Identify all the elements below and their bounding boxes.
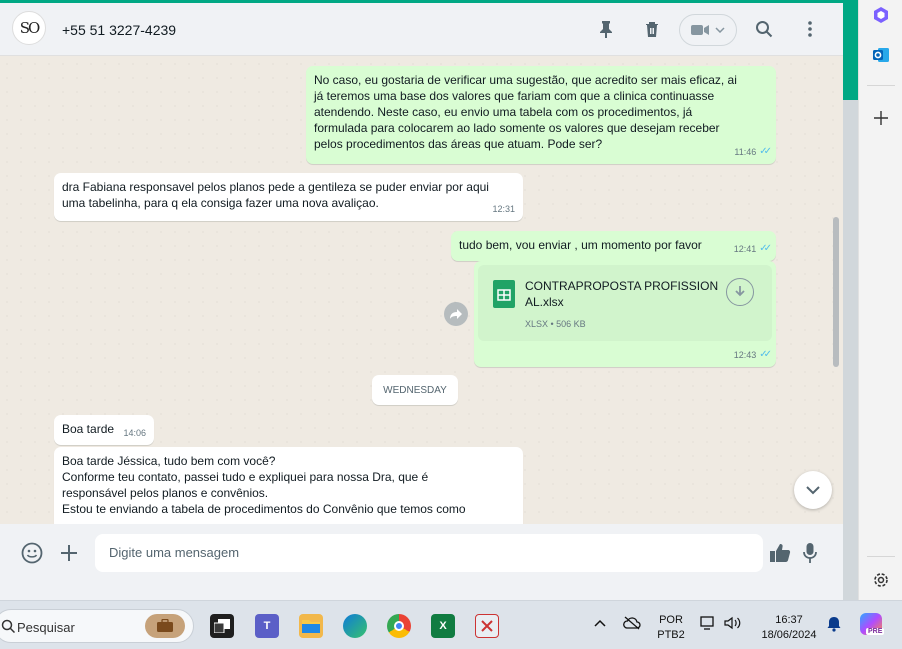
keyboard-layout: PTB2: [657, 629, 685, 641]
scrollbar-thumb[interactable]: [833, 217, 839, 367]
message-outgoing[interactable]: No caso, eu gostaria de verificar uma su…: [306, 66, 776, 164]
search-icon: [1, 619, 16, 638]
message-text: No caso, eu gostaria de verificar uma su…: [314, 73, 737, 151]
teams-icon[interactable]: T: [255, 614, 279, 638]
message-incoming[interactable]: Boa tarde 14:06: [54, 415, 154, 445]
emoji-icon[interactable]: [20, 541, 44, 565]
message-incoming[interactable]: Boa tarde Jéssica, tudo bem com você? Co…: [54, 447, 523, 524]
window-edge: [843, 100, 858, 600]
gear-icon[interactable]: [871, 570, 891, 590]
volume-icon[interactable]: [724, 616, 742, 633]
message-incoming[interactable]: dra Fabiana responsavel pelos planos ped…: [54, 173, 523, 221]
download-button[interactable]: [726, 278, 754, 306]
cloud-offline-icon[interactable]: [623, 616, 641, 633]
message-outgoing[interactable]: tudo bem, vou enviar , um momento por fa…: [451, 231, 776, 261]
delete-icon[interactable]: [640, 17, 664, 41]
avatar[interactable]: SO: [12, 11, 46, 45]
read-ticks-icon: ✓✓: [759, 146, 772, 157]
pin-icon[interactable]: [594, 17, 618, 41]
search-icon[interactable]: [752, 17, 776, 41]
add-plus-icon[interactable]: [871, 108, 891, 128]
message-time: 12:43 ✓✓: [734, 347, 772, 363]
forward-arrow-icon: [450, 309, 462, 319]
snipping-tool-icon[interactable]: [475, 614, 499, 638]
window-bottom-gap: [0, 582, 858, 600]
system-clock[interactable]: 16:37 18/06/2024: [754, 613, 824, 643]
tray-chevron-up-icon[interactable]: [594, 618, 606, 630]
search-placeholder: Pesquisar: [17, 620, 75, 635]
chevron-down-icon: [715, 27, 725, 33]
message-file[interactable]: CONTRAPROPOSTA PROFISSIONAL.xlsx XLSX • …: [474, 261, 776, 367]
day-divider: WEDNESDAY: [372, 375, 458, 405]
accent-side-bar: [843, 3, 858, 100]
file-attachment-card[interactable]: CONTRAPROPOSTA PROFISSIONAL.xlsx XLSX • …: [478, 265, 772, 341]
message-time: 14:06: [123, 428, 146, 438]
message-time: 11:46 ✓✓: [734, 144, 772, 160]
attach-plus-icon[interactable]: [57, 541, 81, 565]
briefcase-icon: [145, 614, 185, 638]
message-list[interactable]: No caso, eu gostaria de verificar uma su…: [0, 57, 843, 524]
avatar-text: SO: [19, 19, 41, 37]
notification-bell-icon[interactable]: [827, 616, 841, 635]
microphone-icon[interactable]: [798, 541, 822, 565]
scroll-to-bottom-button[interactable]: [794, 471, 832, 509]
spreadsheet-file-icon: [493, 280, 515, 308]
file-meta: XLSX • 506 KB: [525, 319, 586, 329]
read-ticks-icon: ✓✓: [759, 243, 772, 254]
windows-taskbar: Pesquisar T X POR PTB2 16:37 18/06/2024: [0, 600, 902, 649]
file-name: CONTRAPROPOSTA PROFISSIONAL.xlsx: [525, 279, 719, 309]
forward-button[interactable]: [444, 302, 468, 326]
video-camera-icon: [691, 25, 709, 35]
chevron-down-icon: [806, 485, 820, 494]
taskbar-search[interactable]: Pesquisar: [0, 609, 194, 643]
chrome-icon[interactable]: [387, 614, 411, 638]
clock-date: 18/06/2024: [761, 629, 817, 641]
network-icon[interactable]: [700, 616, 716, 633]
language-code: POR: [659, 614, 683, 626]
whatsapp-window: SO +55 51 3227-4239 No caso, eu gostaria…: [0, 0, 858, 600]
outlook-icon[interactable]: [871, 45, 891, 65]
download-arrow-icon: [735, 286, 745, 297]
composer-bar: Digite uma mensagem: [0, 524, 843, 582]
chat-header: SO +55 51 3227-4239: [0, 3, 843, 56]
video-call-button[interactable]: [679, 14, 737, 46]
message-time: 12:31: [492, 204, 515, 214]
copilot-icon[interactable]: [871, 5, 891, 25]
message-text: tudo bem, vou enviar , um momento por fa…: [459, 238, 702, 252]
preview-badge: PRE: [866, 628, 885, 635]
browser-sidebar: [858, 0, 902, 600]
menu-kebab-icon[interactable]: [798, 17, 822, 41]
sidebar-divider: [867, 85, 895, 86]
file-explorer-icon[interactable]: [299, 614, 323, 638]
task-view-icon[interactable]: [210, 614, 234, 638]
read-ticks-icon: ✓✓: [759, 349, 772, 360]
thumbs-up-icon[interactable]: [768, 541, 792, 565]
message-text: dra Fabiana responsavel pelos planos ped…: [62, 180, 489, 210]
clock-time: 16:37: [775, 614, 803, 626]
message-input[interactable]: Digite uma mensagem: [95, 534, 763, 572]
language-indicator[interactable]: POR PTB2: [656, 613, 686, 643]
message-text: Boa tarde Jéssica, tudo bem com você? Co…: [62, 454, 466, 516]
edge-browser-icon[interactable]: [343, 614, 367, 638]
message-time: 12:41 ✓✓: [734, 241, 772, 257]
contact-name[interactable]: +55 51 3227-4239: [62, 22, 176, 38]
sidebar-divider: [867, 556, 895, 557]
excel-icon[interactable]: X: [431, 614, 455, 638]
